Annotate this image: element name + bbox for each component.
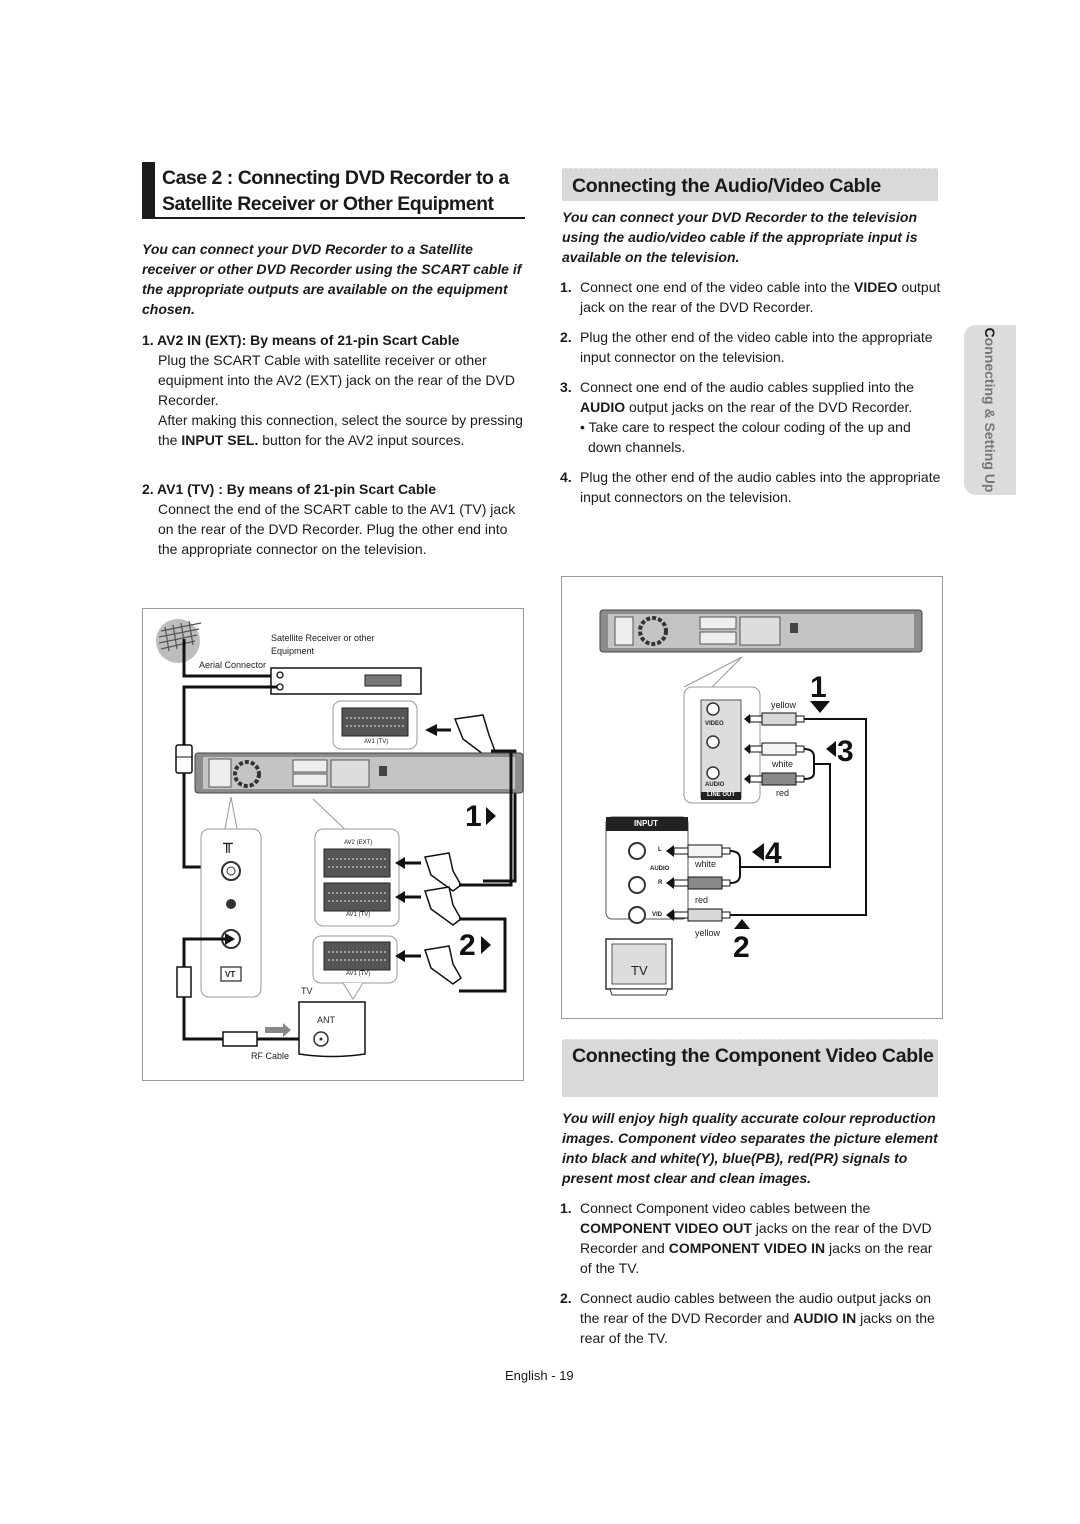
r-label: R	[658, 880, 663, 886]
av1-tv-label: AV1 (TV)	[364, 739, 389, 745]
step2-number: 2	[459, 929, 476, 962]
input-panel	[605, 816, 689, 920]
case2-heading: Case 2 : Connecting DVD Recorder to a Sa…	[142, 162, 525, 219]
av-step-3: 3. Connect one end of the audio cables su…	[560, 377, 945, 457]
av1-tv-label-2: AV1 (TV)	[346, 912, 371, 918]
page-number: English - 19	[505, 1368, 574, 1383]
tv-ant-box	[298, 1001, 366, 1058]
step1-number: 1	[810, 671, 827, 704]
satellite-connection-diagram: ╥ Satellite Receiver or other Equipment …	[142, 608, 524, 1081]
aerial-connector-label: Aerial Connector	[199, 660, 267, 670]
antenna-icon	[156, 619, 202, 663]
satellite-label-1: Satellite Receiver or other	[271, 633, 375, 643]
l-label: L	[658, 847, 662, 853]
heading-line-2: Satellite Receiver or Other Equipment	[162, 193, 494, 215]
rca-plugs-out	[744, 712, 867, 839]
dvd-recorder-rear	[194, 752, 524, 794]
step2-arrow-icon	[734, 919, 750, 929]
step2-arrow-icon	[481, 936, 491, 954]
step4-arrow-icon	[752, 843, 764, 861]
audio-in-label: AUDIO	[650, 866, 670, 872]
av-cable-steps: 1. Connect one end of the video cable int…	[560, 277, 945, 517]
component-cable-heading: Connecting the Component Video Cable	[562, 1039, 938, 1097]
step1-arrow-icon	[486, 807, 496, 825]
direction-arrow-icon	[265, 1023, 291, 1037]
line-out-label: LINE OUT	[707, 792, 735, 798]
svg-text:╥: ╥	[222, 834, 233, 853]
tv-label: TV	[301, 986, 313, 996]
av-step-2: 2. Plug the other end of the video cable …	[560, 329, 933, 365]
av-cable-heading: Connecting the Audio/Video Cable	[562, 168, 938, 201]
ant-label: ANT	[317, 1015, 335, 1025]
step4-number: 4	[765, 837, 782, 870]
av2-step: 1. AV2 IN (EXT): By means of 21-pin Scar…	[142, 330, 527, 450]
case2-intro: You can connect your DVD Recorder to a S…	[142, 241, 522, 317]
red-label-out: red	[776, 788, 790, 798]
component-cable-steps: 1. Connect Component video cables between…	[560, 1198, 945, 1358]
section-side-tab[interactable]: Connecting & Setting Up	[964, 325, 1016, 495]
av1-step: 2. AV1 (TV) : By means of 21-pin Scart C…	[142, 479, 527, 559]
video-jack-label: VIDEO	[705, 721, 724, 727]
av1-step-heading: 2. AV1 (TV) : By means of 21-pin Scart C…	[142, 481, 437, 497]
vid-label: VID	[652, 912, 663, 918]
satellite-label-2: Equipment	[271, 646, 315, 656]
av-step-1: 1. Connect one end of the video cable int…	[560, 279, 941, 315]
av2-step-body-1: Plug the SCART Cable with satellite rece…	[158, 352, 515, 408]
white-label-out: white	[772, 759, 794, 769]
component-step-2: 2. Connect audio cables between the audio…	[560, 1290, 935, 1346]
av-cable-intro: You can connect your DVD Recorder to the…	[562, 209, 918, 265]
input-panel-label: INPUT	[634, 819, 658, 828]
input-sel-keyword: INPUT SEL.	[181, 432, 259, 448]
rf-cable-label: RF Cable	[251, 1051, 290, 1061]
av-connection-diagram: VIDEO AUDIO LINE OUT yellow white red IN…	[561, 576, 943, 1019]
heading-line-1: Case 2 : Connecting DVD Recorder to a	[162, 167, 509, 189]
rf-cable-to-recorder	[182, 685, 277, 745]
white-label-in: white	[695, 859, 717, 869]
av1-step-body: Connect the end of the SCART cable to th…	[158, 501, 516, 557]
dvd-recorder-rear	[599, 609, 923, 653]
component-cable-intro: You will enjoy high quality accurate col…	[562, 1110, 938, 1186]
step2-number: 2	[733, 931, 750, 964]
case2-title: Case 2 : Connecting DVD Recorder to a Sa…	[162, 165, 509, 217]
tv-screen-label: TV	[631, 963, 648, 978]
step1-number: 1	[465, 800, 482, 833]
satellite-diagram-graphic: ╥	[156, 619, 524, 1058]
side-tab-label: Connecting & Setting Up	[982, 327, 998, 493]
component-step-1: 1. Connect Component video cables between…	[560, 1200, 933, 1276]
av1-tv-label-3: AV1 (TV)	[346, 971, 371, 977]
av-step-3-note: • Take care to respect the colour coding…	[580, 419, 911, 455]
audio-jack-label: AUDIO	[705, 782, 725, 788]
yellow-label-in: yellow	[695, 928, 721, 938]
red-label-in: red	[695, 895, 709, 905]
vt-label: VT	[225, 970, 236, 979]
av2-ext-label: AV2 (EXT)	[344, 840, 373, 846]
av2-step-heading: 1. AV2 IN (EXT): By means of 21-pin Scar…	[142, 332, 460, 348]
av-diagram-graphic	[599, 609, 923, 996]
av2-step-body-2: After making this connection, select the…	[158, 412, 523, 448]
av-step-4: 4. Plug the other end of the audio cables…	[560, 469, 941, 505]
yellow-label-out: yellow	[771, 700, 797, 710]
step3-number: 3	[837, 735, 854, 768]
heading-bar	[142, 162, 155, 218]
step3-arrow-icon	[826, 741, 836, 757]
